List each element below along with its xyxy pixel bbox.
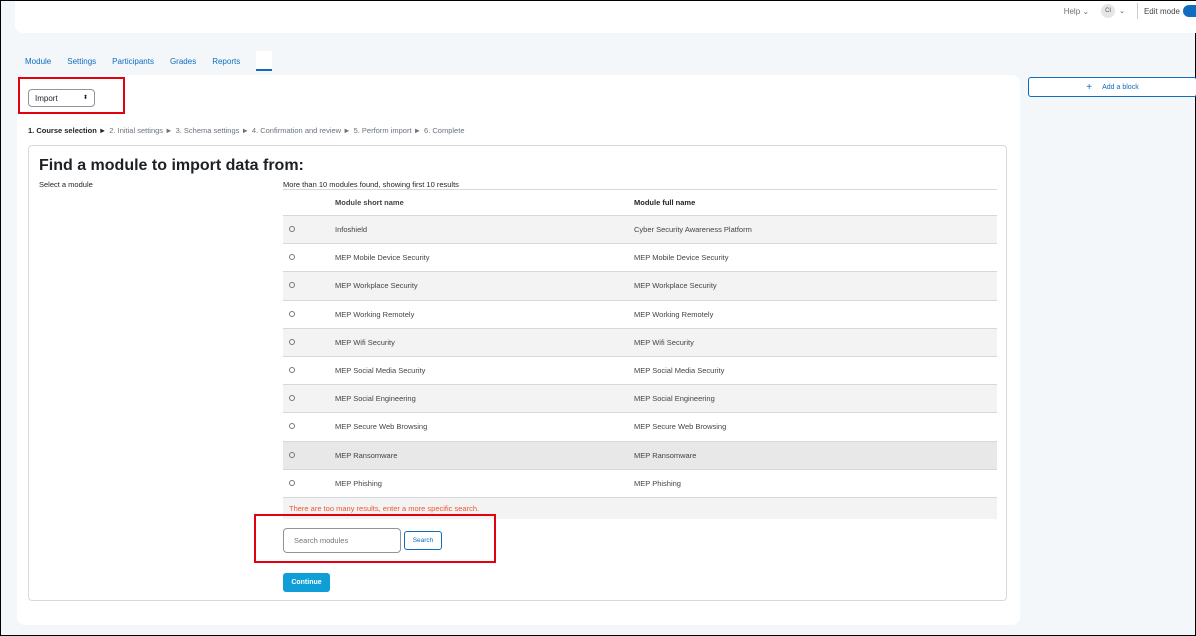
help-label: Help <box>1063 6 1081 16</box>
table-row[interactable]: MEP Social Media Security MEP Social Medi… <box>283 355 997 384</box>
table-row[interactable]: Infoshield Cyber Security Awareness Platf… <box>283 215 997 244</box>
module-radio[interactable] <box>283 366 335 375</box>
table-row[interactable]: MEP Mobile Device Security MEP Mobile Dev… <box>283 243 997 271</box>
chevron-down-icon: ⌄ <box>1082 6 1090 16</box>
module-full-name: MEP Ransomware <box>634 450 697 460</box>
select-module-label: Select a module <box>39 180 93 189</box>
module-short-name: MEP Phishing <box>335 478 382 488</box>
table-row[interactable]: MEP Wifi Security MEP Wifi Security <box>283 327 997 356</box>
plus-icon: + <box>1086 81 1093 93</box>
step-complete: 6. Complete <box>424 126 465 135</box>
import-select-value: Import <box>35 93 58 103</box>
step-initial-settings: 2. Initial settings ► <box>109 126 173 135</box>
step-confirmation: 4. Confirmation and review ► <box>251 126 351 135</box>
module-full-name: MEP Social Engineering <box>634 394 715 404</box>
secondary-nav: Module Settings Participants Grades Repo… <box>25 51 273 71</box>
module-short-name: Infoshield <box>335 225 368 235</box>
select-arrows-icon: ⬍ <box>82 95 88 101</box>
search-input[interactable] <box>283 528 401 553</box>
import-steps: 1. Course selection ► 2. Initial setting… <box>28 126 464 135</box>
table-row[interactable]: MEP Workplace Security MEP Workplace Secu… <box>283 271 997 300</box>
module-radio[interactable] <box>283 281 335 290</box>
module-short-name: MEP Secure Web Browsing <box>335 422 428 432</box>
results-message: More than 10 modules found, showing firs… <box>283 180 459 189</box>
tab-more[interactable] <box>256 51 273 71</box>
module-full-name: MEP Workplace Security <box>634 281 717 291</box>
header-full-name: Module full name <box>634 198 696 207</box>
avatar[interactable]: CI <box>1101 4 1116 18</box>
module-full-name: Cyber Security Awareness Platform <box>634 225 752 235</box>
module-full-name: MEP Working Remotely <box>634 309 714 319</box>
tab-settings[interactable]: Settings <box>67 51 96 71</box>
tab-module[interactable]: Module <box>25 51 51 71</box>
table-row[interactable]: MEP Working Remotely MEP Working Remotely <box>283 299 997 328</box>
import-select[interactable]: Import ⬍ <box>28 89 95 107</box>
module-short-name: MEP Mobile Device Security <box>335 253 430 263</box>
module-short-name: MEP Ransomware <box>335 450 398 460</box>
add-block-label: Add a block <box>1102 83 1139 91</box>
help-menu[interactable]: Help ⌄ <box>1064 7 1089 16</box>
tab-participants[interactable]: Participants <box>112 51 154 71</box>
top-navbar: Help ⌄ CI ⌄ Edit mode <box>15 1 1196 33</box>
step-schema-settings: 3. Schema settings ► <box>175 126 249 135</box>
module-short-name: MEP Social Engineering <box>335 394 416 404</box>
search-button[interactable]: Search <box>404 531 442 550</box>
table-row[interactable]: MEP Ransomware MEP Ransomware <box>283 440 997 469</box>
module-short-name: MEP Working Remotely <box>335 309 415 319</box>
module-short-name: MEP Social Media Security <box>335 366 426 376</box>
module-full-name: MEP Social Media Security <box>634 366 725 376</box>
edit-mode-toggle[interactable] <box>1183 5 1196 17</box>
step-course-selection: 1. Course selection ► <box>28 126 107 135</box>
step-perform-import: 5. Perform import ► <box>353 126 422 135</box>
user-menu-area: Help ⌄ CI ⌄ Edit mode <box>1064 1 1196 21</box>
module-short-name: MEP Wifi Security <box>335 337 395 347</box>
module-radio[interactable] <box>283 338 335 347</box>
continue-button[interactable]: Continue <box>283 573 330 592</box>
table-header: Module short name Module full name <box>283 189 997 215</box>
module-radio[interactable] <box>283 479 335 488</box>
table-row[interactable]: MEP Secure Web Browsing MEP Secure Web Br… <box>283 412 997 440</box>
module-radio[interactable] <box>283 310 335 319</box>
module-full-name: MEP Mobile Device Security <box>634 253 729 263</box>
module-full-name: MEP Wifi Security <box>634 337 694 347</box>
header-short-name: Module short name <box>335 198 404 207</box>
module-full-name: MEP Phishing <box>634 478 681 488</box>
table-row[interactable]: MEP Social Engineering MEP Social Enginee… <box>283 384 997 413</box>
chevron-down-icon[interactable]: ⌄ <box>1119 7 1125 15</box>
module-radio[interactable] <box>283 225 335 234</box>
module-radio[interactable] <box>283 394 335 403</box>
module-radio[interactable] <box>283 253 335 262</box>
module-short-name: MEP Workplace Security <box>335 281 418 291</box>
table-row[interactable]: MEP Phishing MEP Phishing <box>283 468 997 497</box>
modules-table: Module short name Module full name Infos… <box>283 189 997 519</box>
divider <box>1136 3 1138 19</box>
module-search-panel: Find a module to import data from: Selec… <box>28 145 1007 601</box>
module-full-name: MEP Secure Web Browsing <box>634 422 727 432</box>
edit-mode-label: Edit mode <box>1143 6 1180 16</box>
tab-grades[interactable]: Grades <box>170 51 196 71</box>
module-radio[interactable] <box>283 451 335 460</box>
main-content: Import ⬍ 1. Course selection ► 2. Initia… <box>17 75 1020 625</box>
tab-reports[interactable]: Reports <box>212 51 240 71</box>
panel-title: Find a module to import data from: <box>39 157 304 174</box>
add-block-button[interactable]: + Add a block <box>1028 77 1196 97</box>
module-radio[interactable] <box>283 422 335 431</box>
